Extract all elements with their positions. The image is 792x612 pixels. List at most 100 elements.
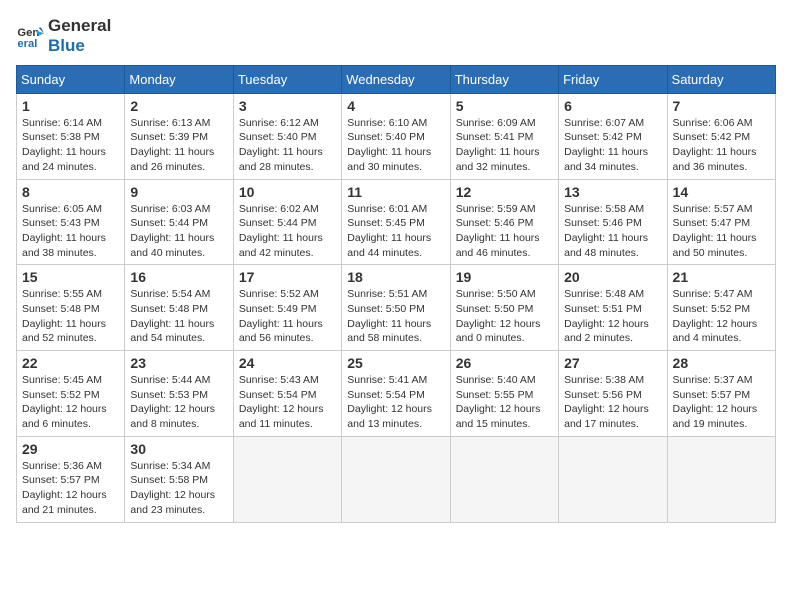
day-info: Sunrise: 5:44 AM Sunset: 5:53 PM Dayligh… — [130, 373, 227, 432]
day-info: Sunrise: 5:58 AM Sunset: 5:46 PM Dayligh… — [564, 202, 661, 261]
calendar-cell — [667, 436, 775, 522]
calendar-cell: 22 Sunrise: 5:45 AM Sunset: 5:52 PM Dayl… — [17, 351, 125, 437]
calendar-cell — [559, 436, 667, 522]
svg-text:Gen: Gen — [17, 27, 39, 39]
day-number: 24 — [239, 355, 336, 371]
day-number: 4 — [347, 98, 444, 114]
day-info: Sunrise: 6:12 AM Sunset: 5:40 PM Dayligh… — [239, 116, 336, 175]
day-number: 7 — [673, 98, 770, 114]
day-info: Sunrise: 6:14 AM Sunset: 5:38 PM Dayligh… — [22, 116, 119, 175]
day-info: Sunrise: 5:59 AM Sunset: 5:46 PM Dayligh… — [456, 202, 553, 261]
day-info: Sunrise: 5:37 AM Sunset: 5:57 PM Dayligh… — [673, 373, 770, 432]
day-info: Sunrise: 5:51 AM Sunset: 5:50 PM Dayligh… — [347, 287, 444, 346]
calendar-cell: 4 Sunrise: 6:10 AM Sunset: 5:40 PM Dayli… — [342, 93, 450, 179]
logo-icon: Gen eral — [16, 22, 44, 50]
calendar-cell: 15 Sunrise: 5:55 AM Sunset: 5:48 PM Dayl… — [17, 265, 125, 351]
day-number: 11 — [347, 184, 444, 200]
day-number: 26 — [456, 355, 553, 371]
calendar-week-row: 29 Sunrise: 5:36 AM Sunset: 5:57 PM Dayl… — [17, 436, 776, 522]
calendar-cell: 28 Sunrise: 5:37 AM Sunset: 5:57 PM Dayl… — [667, 351, 775, 437]
svg-text:eral: eral — [17, 39, 37, 51]
day-info: Sunrise: 5:41 AM Sunset: 5:54 PM Dayligh… — [347, 373, 444, 432]
day-info: Sunrise: 5:34 AM Sunset: 5:58 PM Dayligh… — [130, 459, 227, 518]
calendar-header-row: SundayMondayTuesdayWednesdayThursdayFrid… — [17, 65, 776, 93]
day-info: Sunrise: 6:09 AM Sunset: 5:41 PM Dayligh… — [456, 116, 553, 175]
day-info: Sunrise: 6:01 AM Sunset: 5:45 PM Dayligh… — [347, 202, 444, 261]
calendar-cell: 3 Sunrise: 6:12 AM Sunset: 5:40 PM Dayli… — [233, 93, 341, 179]
calendar-cell: 26 Sunrise: 5:40 AM Sunset: 5:55 PM Dayl… — [450, 351, 558, 437]
day-info: Sunrise: 6:13 AM Sunset: 5:39 PM Dayligh… — [130, 116, 227, 175]
day-number: 10 — [239, 184, 336, 200]
day-number: 9 — [130, 184, 227, 200]
day-number: 5 — [456, 98, 553, 114]
day-number: 15 — [22, 269, 119, 285]
header: Gen eral General Blue — [16, 16, 776, 57]
calendar-week-row: 1 Sunrise: 6:14 AM Sunset: 5:38 PM Dayli… — [17, 93, 776, 179]
day-info: Sunrise: 5:40 AM Sunset: 5:55 PM Dayligh… — [456, 373, 553, 432]
day-info: Sunrise: 6:07 AM Sunset: 5:42 PM Dayligh… — [564, 116, 661, 175]
day-number: 28 — [673, 355, 770, 371]
day-info: Sunrise: 5:47 AM Sunset: 5:52 PM Dayligh… — [673, 287, 770, 346]
day-header: Wednesday — [342, 65, 450, 93]
logo-text-line2: Blue — [48, 36, 111, 56]
day-number: 19 — [456, 269, 553, 285]
calendar-cell: 12 Sunrise: 5:59 AM Sunset: 5:46 PM Dayl… — [450, 179, 558, 265]
day-info: Sunrise: 5:52 AM Sunset: 5:49 PM Dayligh… — [239, 287, 336, 346]
calendar-cell: 2 Sunrise: 6:13 AM Sunset: 5:39 PM Dayli… — [125, 93, 233, 179]
day-header: Friday — [559, 65, 667, 93]
day-info: Sunrise: 6:02 AM Sunset: 5:44 PM Dayligh… — [239, 202, 336, 261]
calendar-cell: 27 Sunrise: 5:38 AM Sunset: 5:56 PM Dayl… — [559, 351, 667, 437]
day-info: Sunrise: 5:48 AM Sunset: 5:51 PM Dayligh… — [564, 287, 661, 346]
calendar-cell — [342, 436, 450, 522]
day-number: 6 — [564, 98, 661, 114]
calendar-cell: 13 Sunrise: 5:58 AM Sunset: 5:46 PM Dayl… — [559, 179, 667, 265]
day-number: 21 — [673, 269, 770, 285]
day-info: Sunrise: 6:05 AM Sunset: 5:43 PM Dayligh… — [22, 202, 119, 261]
day-number: 16 — [130, 269, 227, 285]
logo: Gen eral General Blue — [16, 16, 111, 57]
day-number: 23 — [130, 355, 227, 371]
day-number: 20 — [564, 269, 661, 285]
calendar-cell: 7 Sunrise: 6:06 AM Sunset: 5:42 PM Dayli… — [667, 93, 775, 179]
day-header: Tuesday — [233, 65, 341, 93]
calendar-cell: 23 Sunrise: 5:44 AM Sunset: 5:53 PM Dayl… — [125, 351, 233, 437]
day-info: Sunrise: 6:03 AM Sunset: 5:44 PM Dayligh… — [130, 202, 227, 261]
calendar-cell: 30 Sunrise: 5:34 AM Sunset: 5:58 PM Dayl… — [125, 436, 233, 522]
day-info: Sunrise: 5:54 AM Sunset: 5:48 PM Dayligh… — [130, 287, 227, 346]
calendar-cell: 8 Sunrise: 6:05 AM Sunset: 5:43 PM Dayli… — [17, 179, 125, 265]
day-info: Sunrise: 5:57 AM Sunset: 5:47 PM Dayligh… — [673, 202, 770, 261]
calendar-cell — [233, 436, 341, 522]
day-header: Sunday — [17, 65, 125, 93]
day-header: Saturday — [667, 65, 775, 93]
calendar-cell: 21 Sunrise: 5:47 AM Sunset: 5:52 PM Dayl… — [667, 265, 775, 351]
day-info: Sunrise: 5:36 AM Sunset: 5:57 PM Dayligh… — [22, 459, 119, 518]
day-info: Sunrise: 5:45 AM Sunset: 5:52 PM Dayligh… — [22, 373, 119, 432]
day-number: 14 — [673, 184, 770, 200]
calendar-week-row: 15 Sunrise: 5:55 AM Sunset: 5:48 PM Dayl… — [17, 265, 776, 351]
day-info: Sunrise: 5:50 AM Sunset: 5:50 PM Dayligh… — [456, 287, 553, 346]
day-info: Sunrise: 5:43 AM Sunset: 5:54 PM Dayligh… — [239, 373, 336, 432]
calendar-cell: 20 Sunrise: 5:48 AM Sunset: 5:51 PM Dayl… — [559, 265, 667, 351]
day-header: Thursday — [450, 65, 558, 93]
day-info: Sunrise: 6:10 AM Sunset: 5:40 PM Dayligh… — [347, 116, 444, 175]
calendar: SundayMondayTuesdayWednesdayThursdayFrid… — [16, 65, 776, 523]
calendar-cell: 6 Sunrise: 6:07 AM Sunset: 5:42 PM Dayli… — [559, 93, 667, 179]
day-number: 22 — [22, 355, 119, 371]
calendar-cell — [450, 436, 558, 522]
calendar-cell: 24 Sunrise: 5:43 AM Sunset: 5:54 PM Dayl… — [233, 351, 341, 437]
day-number: 27 — [564, 355, 661, 371]
day-info: Sunrise: 5:38 AM Sunset: 5:56 PM Dayligh… — [564, 373, 661, 432]
calendar-cell: 19 Sunrise: 5:50 AM Sunset: 5:50 PM Dayl… — [450, 265, 558, 351]
day-number: 2 — [130, 98, 227, 114]
day-info: Sunrise: 5:55 AM Sunset: 5:48 PM Dayligh… — [22, 287, 119, 346]
calendar-cell: 16 Sunrise: 5:54 AM Sunset: 5:48 PM Dayl… — [125, 265, 233, 351]
day-number: 29 — [22, 441, 119, 457]
calendar-cell: 29 Sunrise: 5:36 AM Sunset: 5:57 PM Dayl… — [17, 436, 125, 522]
day-number: 13 — [564, 184, 661, 200]
logo-text-line1: General — [48, 16, 111, 36]
day-header: Monday — [125, 65, 233, 93]
calendar-cell: 25 Sunrise: 5:41 AM Sunset: 5:54 PM Dayl… — [342, 351, 450, 437]
calendar-week-row: 8 Sunrise: 6:05 AM Sunset: 5:43 PM Dayli… — [17, 179, 776, 265]
calendar-week-row: 22 Sunrise: 5:45 AM Sunset: 5:52 PM Dayl… — [17, 351, 776, 437]
calendar-cell: 17 Sunrise: 5:52 AM Sunset: 5:49 PM Dayl… — [233, 265, 341, 351]
